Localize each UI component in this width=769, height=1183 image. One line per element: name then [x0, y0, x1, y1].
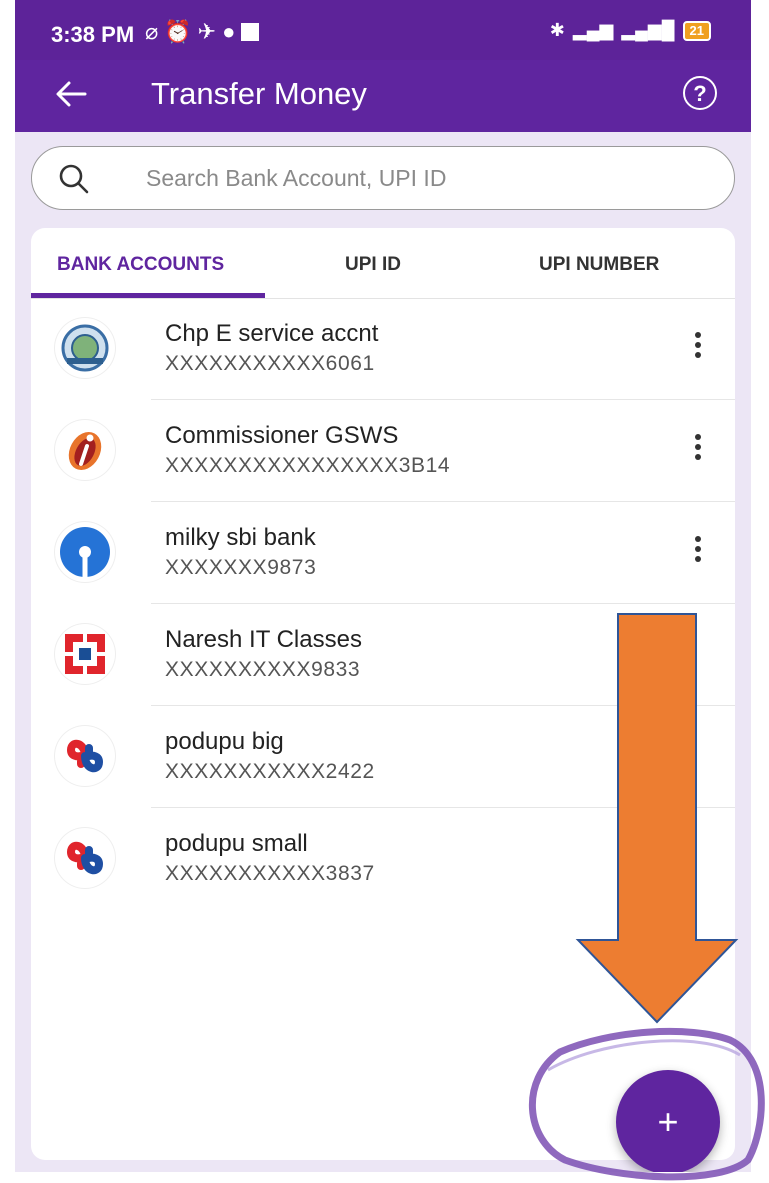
app-bar: Transfer Money ? [15, 60, 751, 132]
account-row[interactable]: podupu small XXXXXXXXXXX3837 [31, 808, 735, 910]
account-number: XXXXXXXXXX9833 [165, 658, 361, 681]
bob-bank-logo [55, 828, 115, 888]
page-title: Transfer Money [151, 76, 367, 111]
account-number: XXXXXXXXXXX3837 [165, 862, 375, 885]
hdfc-bank-logo [55, 624, 115, 684]
status-right-icons: ✱ ▂▄▆ ▂▄▆█ 21 [550, 20, 711, 41]
account-list: Chp E service accnt XXXXXXXXXXX6061 Comm… [31, 298, 735, 910]
account-name: Chp E service accnt [165, 320, 379, 347]
bob-bank-logo [55, 726, 115, 786]
account-number: XXXXXXXXXXXXXXXX3B14 [165, 454, 451, 477]
account-row[interactable]: milky sbi bank XXXXXXX9873 [31, 502, 735, 604]
account-number: XXXXXXXXXXX6061 [165, 352, 375, 375]
search-bar[interactable] [31, 146, 735, 210]
more-options-button[interactable] [691, 332, 705, 364]
accounts-card: BANK ACCOUNTS UPI ID UPI NUMBER Chp E se… [31, 228, 735, 1160]
help-button[interactable]: ? [683, 76, 717, 110]
phone-screen: 3:38 PM ⌀⏰✈● ✱ ▂▄▆ ▂▄▆█ 21 Transfer Mone… [15, 0, 751, 1172]
sbi-bank-logo [55, 522, 115, 582]
arrow-left-icon [56, 81, 87, 107]
account-name: Naresh IT Classes [165, 626, 362, 653]
add-account-button[interactable]: + [616, 1070, 720, 1172]
icici-bank-logo [55, 420, 115, 480]
account-row[interactable]: Commissioner GSWS XXXXXXXXXXXXXXXX3B14 [31, 400, 735, 502]
more-options-button[interactable] [691, 434, 705, 466]
account-number: XXXXXXXXXXX2422 [165, 760, 375, 783]
tab-bar: BANK ACCOUNTS UPI ID UPI NUMBER [31, 228, 735, 299]
back-button[interactable] [51, 74, 91, 114]
plus-icon: + [657, 1101, 679, 1142]
account-name: podupu small [165, 830, 308, 857]
tab-upi-id[interactable]: UPI ID [345, 254, 401, 276]
status-bar: 3:38 PM ⌀⏰✈● ✱ ▂▄▆ ▂▄▆█ 21 [15, 0, 751, 60]
question-circle-icon: ? [693, 81, 707, 106]
search-icon [59, 164, 89, 194]
search-input[interactable] [144, 159, 708, 197]
account-row[interactable]: Naresh IT Classes XXXXXXXXXX9833 [31, 604, 735, 706]
account-number: XXXXXXX9873 [165, 556, 317, 579]
signal-4g-icon: ▂▄▆█ [621, 20, 675, 40]
tab-upi-number[interactable]: UPI NUMBER [539, 254, 659, 276]
bluetooth-icon: ✱ [549, 20, 565, 40]
account-name: milky sbi bank [165, 524, 316, 551]
status-notification-icons: ⌀⏰✈● [145, 19, 260, 45]
tab-bank-accounts[interactable]: BANK ACCOUNTS [57, 254, 224, 276]
more-options-button[interactable] [691, 536, 705, 568]
battery-icon: 21 [682, 20, 711, 41]
account-row[interactable]: Chp E service accnt XXXXXXXXXXX6061 [31, 298, 735, 400]
status-time: 3:38 PM [51, 22, 135, 47]
emblem-bank-logo [55, 318, 115, 378]
account-row[interactable]: podupu big XXXXXXXXXXX2422 [31, 706, 735, 808]
signal-icon: ▂▄▆ [572, 20, 614, 40]
account-name: Commissioner GSWS [165, 422, 399, 449]
account-name: podupu big [165, 728, 284, 755]
